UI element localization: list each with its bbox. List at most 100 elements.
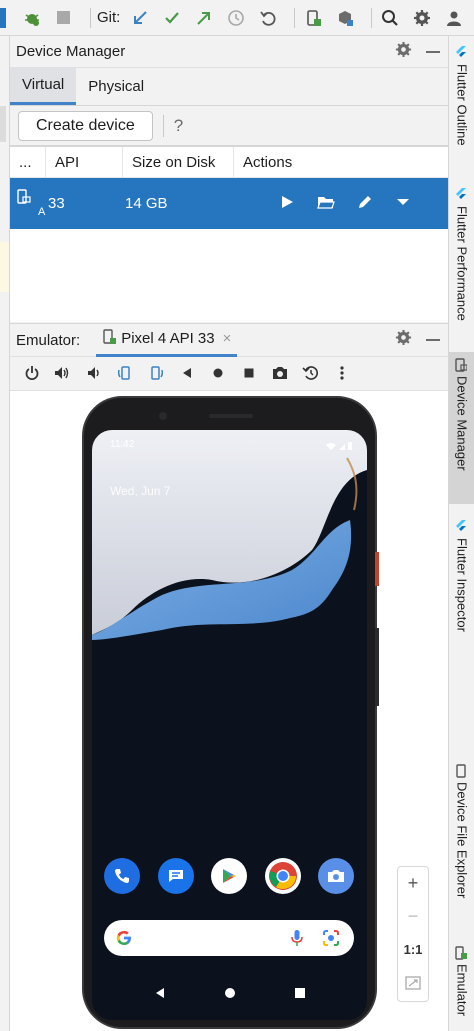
gear-icon[interactable]: [395, 329, 412, 351]
front-camera: [159, 412, 167, 420]
nav-home-icon[interactable]: [224, 986, 236, 1004]
emulator-panel: Emulator: Pixel 4 API 33 × 11:42 Wed, Ju…: [10, 323, 448, 1031]
chrome-icon[interactable]: [264, 858, 301, 894]
nav-overview-icon[interactable]: [294, 986, 306, 1004]
toolbar-edge-indicator: [0, 7, 6, 28]
emulator-label: Emulator:: [16, 331, 81, 349]
chevron-down-icon[interactable]: [395, 194, 411, 214]
tab-device-file-explorer[interactable]: Device File Explorer: [449, 758, 474, 936]
launch-icon[interactable]: [279, 194, 295, 214]
column-header-label: Size on Disk: [132, 153, 216, 171]
zoom-in-button[interactable]: +: [398, 867, 428, 900]
tab-physical[interactable]: Physical: [76, 67, 156, 105]
sdk-manager-icon[interactable]: [333, 6, 357, 30]
device-mirror-icon: [102, 328, 117, 349]
stop-icon[interactable]: [52, 6, 76, 30]
column-header-name[interactable]: ...: [10, 146, 46, 178]
messages-app-icon[interactable]: [157, 858, 194, 894]
column-header-actions[interactable]: Actions: [234, 147, 292, 178]
play-store-icon[interactable]: [211, 858, 247, 894]
earpiece: [209, 414, 253, 418]
minimize-icon[interactable]: [426, 50, 440, 53]
google-search-bar[interactable]: [104, 920, 354, 956]
device-manager-icon: [455, 358, 469, 372]
snapshot-icon[interactable]: [295, 361, 326, 385]
emulator-toolbar: [10, 357, 448, 389]
device-manager-header: Device Manager: [10, 36, 448, 68]
zoom-actual-size-button[interactable]: 1:1: [398, 933, 428, 966]
vtab-label: Device File Explorer: [454, 782, 470, 899]
more-icon[interactable]: [326, 361, 357, 385]
actions-cell: [261, 194, 411, 214]
column-header-size[interactable]: Size on Disk: [123, 146, 234, 178]
home-icon[interactable]: [202, 361, 233, 385]
tab-flutter-performance[interactable]: Flutter Performance: [449, 182, 474, 342]
flutter-icon: [455, 520, 469, 534]
volume-down-icon[interactable]: [78, 361, 109, 385]
toolbar-separator: [162, 114, 164, 137]
help-button[interactable]: ?: [174, 116, 183, 136]
toolbar-separator: [89, 7, 91, 28]
vtab-label: Flutter Outline: [454, 64, 470, 146]
vtab-label: Emulator: [454, 964, 470, 1017]
phone-app-icon[interactable]: [104, 858, 140, 894]
zoom-controls: + − 1:1: [397, 866, 429, 1002]
tab-virtual[interactable]: Virtual: [10, 67, 77, 105]
emulator-icon: [455, 946, 469, 960]
minimize-icon[interactable]: [426, 339, 440, 341]
settings-icon[interactable]: [410, 6, 434, 30]
emulator-header: Emulator: Pixel 4 API 33 ×: [10, 324, 448, 357]
folder-icon[interactable]: [317, 194, 335, 214]
git-commit-icon[interactable]: [160, 6, 184, 30]
status-bar-time: 11:42: [110, 439, 135, 450]
flutter-icon: [455, 46, 469, 60]
vtab-label: Flutter Performance: [454, 206, 470, 321]
phone-frame: 11:42 Wed, Jun 7: [82, 396, 379, 1029]
profile-icon[interactable]: [442, 6, 466, 30]
nav-back-icon[interactable]: [154, 986, 166, 1004]
device-manager-toolbar: Create device ?: [10, 106, 448, 146]
zoom-out-button[interactable]: −: [398, 900, 428, 933]
tab-emulator-device[interactable]: Pixel 4 API 33 ×: [96, 324, 238, 357]
close-icon[interactable]: ×: [223, 330, 232, 347]
rotate-right-icon[interactable]: [140, 361, 171, 385]
lens-icon[interactable]: [322, 929, 340, 952]
gear-icon[interactable]: [395, 41, 412, 63]
tab-flutter-inspector[interactable]: Flutter Inspector: [449, 514, 474, 654]
tab-device-manager[interactable]: Device Manager: [449, 352, 474, 504]
tab-emulator[interactable]: Emulator: [449, 940, 474, 1028]
bug-icon[interactable]: [20, 6, 44, 30]
table-row[interactable]: A 33 14 GB: [10, 178, 448, 229]
phone-screen[interactable]: 11:42 Wed, Jun 7: [92, 430, 367, 1020]
zoom-fit-icon[interactable]: [398, 966, 428, 999]
overview-icon[interactable]: [233, 361, 264, 385]
lockscreen-date: Wed, Jun 7: [110, 484, 171, 498]
rollback-icon[interactable]: [256, 6, 280, 30]
search-icon[interactable]: [378, 6, 402, 30]
power-button: [375, 552, 379, 586]
camera-app-icon[interactable]: [318, 858, 354, 894]
volume-up-icon[interactable]: [47, 361, 78, 385]
vtab-label: Device Manager: [454, 376, 470, 471]
right-tool-strip: Flutter Outline Flutter Performance Devi…: [448, 36, 474, 1031]
column-header-api[interactable]: API: [46, 146, 123, 178]
history-icon[interactable]: [224, 6, 248, 30]
create-device-button[interactable]: Create device: [18, 110, 153, 141]
size-cell: 14 GB: [125, 195, 168, 212]
left-strip-highlight: [0, 242, 9, 292]
edit-icon[interactable]: [357, 194, 373, 214]
power-icon[interactable]: [16, 361, 47, 385]
screenshot-icon[interactable]: [264, 361, 295, 385]
flutter-icon: [455, 188, 469, 202]
tab-flutter-outline[interactable]: Flutter Outline: [449, 40, 474, 168]
emulator-tab-label: Pixel 4 API 33: [121, 330, 215, 347]
back-icon[interactable]: [171, 361, 202, 385]
git-update-icon[interactable]: [128, 6, 152, 30]
rotate-left-icon[interactable]: [109, 361, 140, 385]
device-name-cell: A: [10, 178, 46, 229]
toolbar-separator: [294, 7, 296, 28]
microphone-icon[interactable]: [290, 929, 304, 952]
git-push-icon[interactable]: [192, 6, 216, 30]
device-mirror-icon[interactable]: [301, 6, 325, 30]
left-strip-marker: [0, 106, 6, 142]
